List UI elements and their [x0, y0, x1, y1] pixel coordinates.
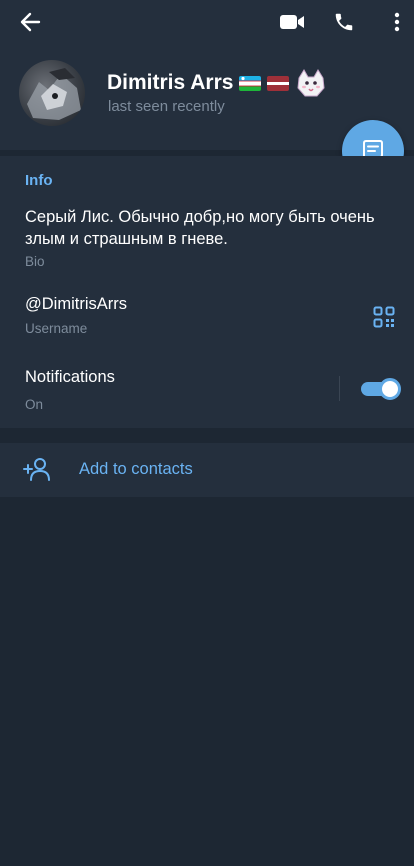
add-user-icon [23, 456, 51, 482]
last-seen-status: last seen recently [108, 98, 225, 115]
profile-name: Dimitris Arrs [107, 71, 234, 94]
add-to-contacts-label[interactable]: Add to contacts [79, 460, 193, 479]
profile-name-row: Dimitris Arrs [107, 68, 327, 98]
phone-icon[interactable] [328, 6, 360, 38]
qr-code-icon[interactable] [373, 306, 395, 328]
bio-caption: Bio [25, 254, 45, 269]
add-to-contacts-row[interactable] [0, 443, 414, 497]
username-value[interactable]: @DimitrisArrs [25, 295, 127, 314]
notifications-state: On [25, 397, 44, 412]
latvia-flag-icon [267, 75, 290, 91]
notifications-toggle[interactable] [361, 378, 401, 400]
video-call-icon[interactable] [276, 6, 308, 38]
back-arrow-icon[interactable] [14, 6, 46, 38]
notifications-label[interactable]: Notifications [25, 368, 115, 387]
toggle-knob [379, 378, 401, 400]
more-vertical-icon[interactable] [381, 6, 413, 38]
uzbekistan-flag-icon [239, 75, 262, 91]
username-caption: Username [25, 321, 88, 336]
bio-text[interactable]: Серый Лис. Обычно добр,но могу быть очен… [25, 206, 385, 250]
info-section-title: Info [25, 172, 53, 189]
divider [339, 376, 340, 401]
info-card [0, 156, 414, 428]
wolf-sticker-icon [295, 68, 327, 98]
avatar[interactable] [19, 60, 85, 126]
top-bar [0, 0, 414, 44]
